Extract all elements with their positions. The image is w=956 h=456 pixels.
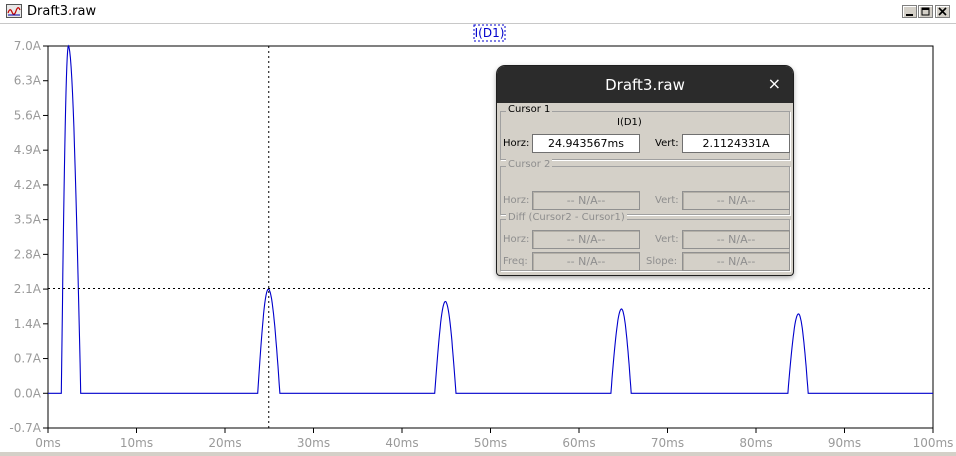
maximize-icon — [921, 7, 930, 16]
y-tick-label: -0.7A — [9, 421, 41, 435]
waveform-app-icon — [6, 4, 22, 18]
cursor1-trace-name: I(D1) — [617, 117, 642, 128]
diff-slope-field[interactable]: -- N/A-- — [682, 252, 790, 271]
dialog-close-icon[interactable]: × — [768, 74, 781, 94]
dialog-title: Draft3.raw — [605, 76, 685, 94]
y-tick-label: 1.4A — [14, 317, 42, 331]
cursor1-vert-label: Vert: — [655, 138, 679, 149]
diff-slope-label: Slope: — [646, 256, 678, 267]
cursor1-legend: Cursor 1 — [506, 104, 553, 115]
y-tick-label: 2.8A — [14, 247, 42, 261]
cursor2-legend: Cursor 2 — [506, 159, 553, 170]
waveform-window: Draft3.raw 7.0A 6.3A 5.6A 4.9A 4.2A 3.5A 2.8A 2… — [0, 0, 956, 452]
cursor2-group: Cursor 2 Horz: -- N/A-- Vert: -- N/A-- — [500, 159, 790, 215]
y-tick-label: 4.9A — [14, 143, 42, 157]
dialog-titlebar[interactable]: Draft3.raw × — [497, 66, 793, 103]
x-tick-label: 80ms — [739, 436, 772, 450]
y-tick-label: 3.5A — [14, 213, 42, 227]
cursor1-horz-field[interactable]: 24.943567ms — [532, 134, 640, 153]
y-tick-label: 0.7A — [14, 352, 42, 366]
cursor2-horz-label: Horz: — [503, 195, 530, 206]
x-tick-label: 10ms — [120, 436, 153, 450]
x-tick-label: 30ms — [297, 436, 330, 450]
diff-legend: Diff (Cursor2 - Cursor1) — [506, 212, 627, 223]
diff-horz-field[interactable]: -- N/A-- — [532, 230, 640, 249]
diff-vert-field[interactable]: -- N/A-- — [682, 230, 790, 249]
y-tick-label: 5.6A — [14, 108, 42, 122]
diff-freq-label: Freq: — [503, 256, 528, 267]
plot-area[interactable]: 7.0A 6.3A 5.6A 4.9A 4.2A 3.5A 2.8A 2.1A 1.4A 0.7A… — [0, 24, 956, 452]
cursor1-group: Cursor 1 I(D1) Horz: 24.943567ms Vert: 2… — [500, 104, 790, 160]
plot-frame — [47, 45, 934, 429]
window-title: Draft3.raw — [27, 4, 97, 19]
close-window-button[interactable] — [935, 5, 950, 18]
x-tick-label: 60ms — [562, 436, 595, 450]
window-titlebar[interactable]: Draft3.raw — [0, 0, 956, 24]
diff-horz-label: Horz: — [503, 234, 530, 245]
cursor2-horz-field[interactable]: -- N/A-- — [532, 191, 640, 210]
x-tick-label: 50ms — [474, 436, 507, 450]
maximize-button[interactable] — [918, 5, 933, 18]
x-tick-label: 100ms — [913, 436, 954, 450]
cursor1-horz-label: Horz: — [503, 138, 530, 149]
y-tick-label: 4.2A — [14, 178, 42, 192]
cursor2-vert-field[interactable]: -- N/A-- — [682, 191, 790, 210]
x-tick-label: 70ms — [651, 436, 684, 450]
minimize-icon — [906, 14, 913, 16]
waveform-chart[interactable]: 7.0A 6.3A 5.6A 4.9A 4.2A 3.5A 2.8A 2.1A 1.4A 0.7A… — [0, 24, 956, 452]
trace-label[interactable]: I(D1) — [475, 26, 505, 40]
x-tick-label: 0ms — [35, 436, 61, 450]
x-tick-label: 40ms — [385, 436, 418, 450]
series-i-d1-line — [48, 44, 933, 394]
diff-vert-label: Vert: — [655, 234, 679, 245]
x-tick-label: 90ms — [828, 436, 861, 450]
diff-group: Diff (Cursor2 - Cursor1) Horz: -- N/A-- … — [500, 212, 790, 271]
close-icon — [938, 7, 947, 16]
minimize-button[interactable] — [902, 5, 917, 18]
y-tick-label: 0.0A — [14, 386, 42, 400]
y-tick-label: 2.1A — [14, 282, 42, 296]
x-tick-label: 20ms — [208, 436, 241, 450]
y-tick-label: 6.3A — [14, 74, 42, 88]
cursor-dialog: Draft3.raw × Cursor 1 I(D1) Horz: 24.943… — [497, 66, 793, 275]
cursor1-vert-field[interactable]: 2.1124331A — [682, 134, 790, 153]
y-tick-label: 7.0A — [14, 39, 42, 53]
diff-freq-field[interactable]: -- N/A-- — [532, 252, 640, 271]
cursor2-vert-label: Vert: — [655, 195, 679, 206]
